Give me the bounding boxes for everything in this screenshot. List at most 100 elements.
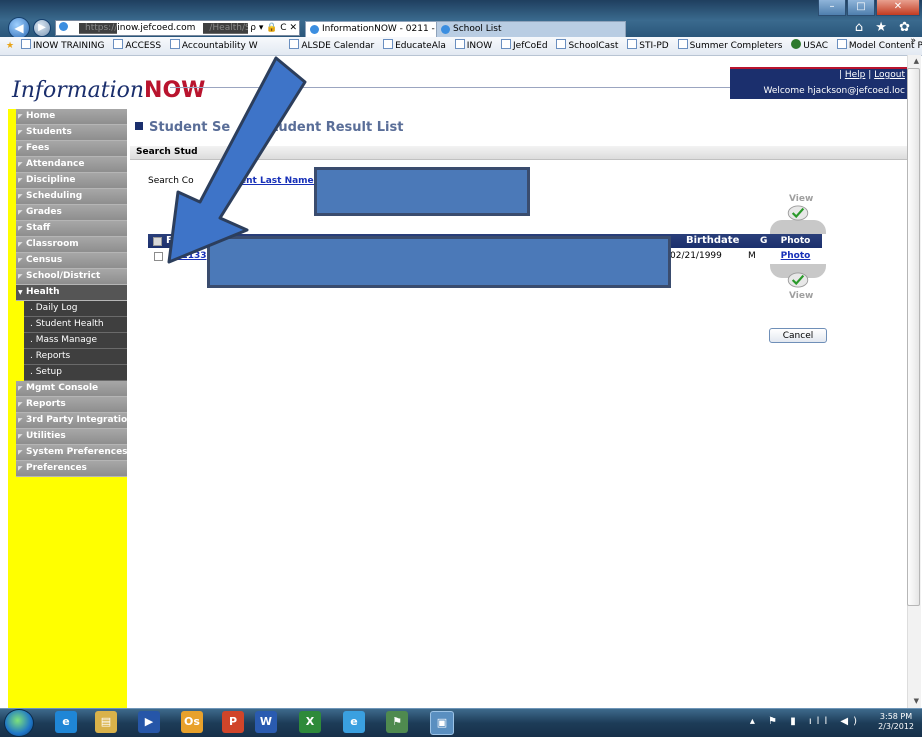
favorites-overflow-icon[interactable]: »: [910, 32, 916, 50]
search-criteria: Search Co dent Last Name =: [148, 176, 325, 186]
window-buttons: – □ ✕: [817, 0, 920, 16]
view-check-icon[interactable]: [785, 272, 811, 288]
header-rule: [170, 87, 730, 88]
favorite-link[interactable]: ACCESS: [113, 41, 161, 51]
address-bar[interactable]: https://inow.jefcoed.com/Health/Search/S…: [55, 20, 300, 36]
minimize-button[interactable]: –: [818, 0, 846, 16]
informationnow-logo: InformationNOW: [12, 78, 206, 103]
sidebar-item-school-district[interactable]: School/District: [16, 269, 127, 285]
criteria-link[interactable]: dent Last Name =: [234, 176, 325, 186]
site-icon: [59, 22, 68, 31]
taskbar-browser-icon[interactable]: e: [343, 711, 365, 733]
help-link[interactable]: Help: [845, 70, 866, 80]
column-header-gender[interactable]: G: [760, 234, 767, 248]
sidebar-item-census[interactable]: Census: [16, 253, 127, 269]
taskbar-powerpoint-icon[interactable]: P: [222, 711, 244, 733]
sidebar-subitem-student-health[interactable]: . Student Health: [24, 317, 127, 333]
system-tray[interactable]: ▴ ⚑ ▮ ıll ◀): [750, 716, 862, 727]
tab-search-students[interactable]: Search Stud: [136, 146, 198, 159]
taskbar-media-icon[interactable]: ▶: [138, 711, 160, 733]
sidebar-item-scheduling[interactable]: Scheduling: [16, 189, 127, 205]
back-button[interactable]: ◀: [8, 17, 30, 39]
taskbar-excel-icon[interactable]: X: [299, 711, 321, 733]
welcome-text: Welcome hjackson@jefcoed.loc: [763, 86, 905, 96]
taskbar-active-window-icon[interactable]: ▣: [430, 711, 454, 735]
scroll-down-arrow-icon[interactable]: ▼: [914, 697, 919, 705]
sidebar-item-discipline[interactable]: Discipline: [16, 173, 127, 189]
sidebar-item-reports[interactable]: Reports: [16, 397, 127, 413]
ie-icon: [441, 25, 450, 34]
sidebar-subitem-daily-log[interactable]: . Daily Log: [24, 301, 127, 317]
start-button[interactable]: [4, 709, 34, 737]
gender-value: M: [748, 251, 756, 261]
clock[interactable]: 3:58 PM 2/3/2012: [878, 712, 914, 732]
sidebar-item-staff[interactable]: Staff: [16, 221, 127, 237]
sidebar-item-health[interactable]: Health: [16, 285, 127, 301]
ie-icon: [310, 25, 319, 34]
favorite-link[interactable]: USAC: [791, 41, 828, 51]
tab-informationnow[interactable]: InformationNOW - 0211 - C... ×: [305, 21, 452, 37]
header-links: | Help | Logout: [838, 70, 905, 80]
maximize-button[interactable]: □: [847, 0, 875, 16]
sidebar-item-classroom[interactable]: Classroom: [16, 237, 127, 253]
view-label-top: View: [789, 194, 814, 204]
logout-link[interactable]: Logout: [874, 70, 905, 80]
sidebar-item-grades[interactable]: Grades: [16, 205, 127, 221]
view-check-icon[interactable]: [785, 205, 811, 221]
favorite-link[interactable]: INOW TRAINING: [21, 41, 105, 51]
favorites-star-icon[interactable]: ★: [6, 41, 14, 51]
favorites-bar: ★ INOW TRAINING ACCESS Accountability W …: [0, 36, 922, 56]
photo-link[interactable]: Photo: [769, 248, 822, 264]
birthdate-value: 02/21/1999: [670, 251, 722, 261]
cancel-button[interactable]: Cancel: [769, 328, 827, 343]
column-header-birthdate[interactable]: Birthdate: [686, 234, 739, 248]
sidebar-item-students[interactable]: Students: [16, 125, 127, 141]
view-tab-shape: [770, 220, 826, 234]
address-bar-icons[interactable]: ρ ▾ 🔒 C ✕: [248, 21, 297, 35]
sidebar-item-system-preferences[interactable]: System Preferences: [16, 445, 127, 461]
sidebar-item-attendance[interactable]: Attendance: [16, 157, 127, 173]
forward-button[interactable]: ▶: [33, 19, 51, 37]
view-label-bottom: View: [789, 291, 814, 301]
redaction-box-criteria: [314, 167, 530, 216]
sidebar-subitem-reports[interactable]: . Reports: [24, 349, 127, 365]
favorite-link[interactable]: EducateAla: [383, 41, 446, 51]
favorite-link[interactable]: Summer Completers: [678, 41, 783, 51]
column-header-photo: Photo: [780, 236, 811, 246]
favorite-link[interactable]: STI-PD: [627, 41, 668, 51]
taskbar-network-icon[interactable]: ⚑: [386, 711, 408, 733]
annotation-arrow-icon: [167, 56, 307, 264]
favorite-link[interactable]: Accountability W: [170, 41, 258, 51]
sidebar-item-3rd-party-integration[interactable]: 3rd Party Integration: [16, 413, 127, 429]
sidebar-item-mgmt-console[interactable]: Mgmt Console: [16, 381, 127, 397]
redaction-box-row: [207, 236, 671, 288]
sidebar-item-home[interactable]: Home: [16, 109, 127, 125]
favorite-link[interactable]: ALSDE Calendar: [289, 41, 374, 51]
file-number-link[interactable]: S2133: [175, 248, 207, 264]
sidebar-item-preferences[interactable]: Preferences: [16, 461, 127, 477]
favorite-link[interactable]: INOW: [455, 41, 492, 51]
title-bullet-icon: [135, 122, 143, 130]
close-window-button[interactable]: ✕: [876, 0, 920, 16]
tab-school-list[interactable]: School List: [436, 21, 626, 37]
favorite-link[interactable]: SchoolCast: [556, 41, 618, 51]
search-tab-strip: [130, 146, 907, 160]
sidebar-item-utilities[interactable]: Utilities: [16, 429, 127, 445]
column-header-file-no[interactable]: File No.: [166, 234, 209, 248]
taskbar-outlook-icon[interactable]: Os: [181, 711, 203, 733]
scroll-up-arrow-icon[interactable]: ▲: [914, 57, 919, 65]
taskbar-word-icon[interactable]: W: [255, 711, 277, 733]
scrollbar-thumb[interactable]: [907, 68, 920, 606]
sidebar-item-fees[interactable]: Fees: [16, 141, 127, 157]
sidebar-subitem-setup[interactable]: . Setup: [24, 365, 127, 381]
sidebar-subitem-mass-manage[interactable]: . Mass Manage: [24, 333, 127, 349]
page-title: Student Se tudent Result List: [135, 120, 403, 135]
sidebar-menu: Home Students Fees Attendance Discipline…: [16, 109, 127, 477]
favorite-link[interactable]: Model Content Page: [837, 41, 922, 51]
row-checkbox[interactable]: [154, 252, 163, 261]
select-all-checkbox[interactable]: [153, 237, 162, 246]
browser-toolbar-icons[interactable]: ⌂ ★ ✿: [855, 20, 914, 35]
taskbar-ie-icon[interactable]: e: [55, 711, 77, 733]
favorite-link[interactable]: JefCoEd: [501, 41, 548, 51]
taskbar-explorer-icon[interactable]: ▤: [95, 711, 117, 733]
